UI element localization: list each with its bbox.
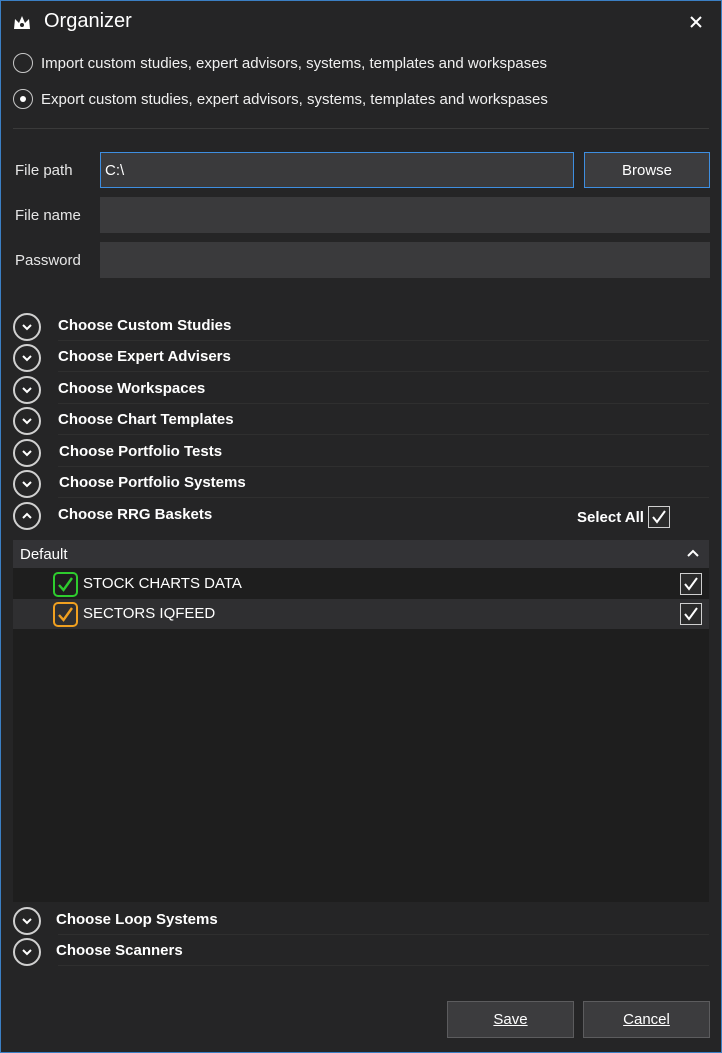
section-label: Choose Loop Systems <box>56 911 218 928</box>
list-item-checkbox[interactable] <box>680 603 702 625</box>
section-label: Choose Chart Templates <box>58 411 234 428</box>
select-all-label: Select All <box>577 508 644 526</box>
divider <box>13 128 709 129</box>
section-divider <box>58 466 709 467</box>
section-label: Choose Workspaces <box>58 380 206 397</box>
section-divider <box>58 434 709 435</box>
title-bar: Organizer <box>1 1 721 45</box>
organizer-window: Organizer Import custom studies, expert … <box>0 0 722 1053</box>
section-label: Choose Portfolio Systems <box>59 474 246 491</box>
chevron-down-icon[interactable] <box>13 907 41 935</box>
cancel-button-label: Cancel <box>623 1011 670 1028</box>
browse-button[interactable]: Browse <box>584 152 710 188</box>
export-radio[interactable] <box>13 89 33 109</box>
section-label: Choose Portfolio Tests <box>59 443 223 460</box>
list-item[interactable]: STOCK CHARTS DATA <box>13 569 709 599</box>
section-expert-advisers[interactable]: Choose Expert Advisers <box>13 342 709 372</box>
chevron-up-icon[interactable] <box>13 502 41 530</box>
password-input[interactable] <box>100 242 710 278</box>
cancel-button[interactable]: Cancel <box>583 1001 710 1038</box>
check-icon <box>684 607 698 621</box>
section-portfolio-tests[interactable]: Choose Portfolio Tests <box>13 437 709 467</box>
section-rrg-baskets[interactable]: Choose RRG Baskets <box>13 500 573 530</box>
group-header[interactable]: Default <box>13 540 709 568</box>
list-item-checkbox[interactable] <box>680 573 702 595</box>
select-all-checkbox[interactable] <box>647 506 670 528</box>
green-check-icon <box>53 572 78 597</box>
section-label: Choose Custom Studies <box>58 317 232 334</box>
import-radio-option[interactable]: Import custom studies, expert advisors, … <box>13 50 547 76</box>
import-radio-label: Import custom studies, expert advisors, … <box>41 54 548 72</box>
file-path-label: File path <box>15 162 73 179</box>
chevron-down-icon[interactable] <box>13 439 41 467</box>
select-all-control[interactable]: Select All <box>577 506 670 528</box>
section-portfolio-systems[interactable]: Choose Portfolio Systems <box>13 468 709 498</box>
chevron-down-icon[interactable] <box>13 376 41 404</box>
section-divider <box>58 403 709 404</box>
section-scanners[interactable]: Choose Scanners <box>13 936 709 966</box>
import-radio[interactable] <box>13 53 33 73</box>
check-icon <box>652 510 666 524</box>
list-item[interactable]: SECTORS IQFEED <box>13 599 709 629</box>
section-chart-templates[interactable]: Choose Chart Templates <box>13 405 709 435</box>
export-radio-option[interactable]: Export custom studies, expert advisors, … <box>13 86 548 112</box>
chevron-down-icon[interactable] <box>13 938 41 966</box>
password-label: Password <box>15 252 81 269</box>
chevron-down-icon[interactable] <box>13 407 41 435</box>
file-name-label: File name <box>15 207 81 224</box>
section-label: Choose RRG Baskets <box>58 506 213 523</box>
orange-check-icon <box>53 602 78 627</box>
section-workspaces[interactable]: Choose Workspaces <box>13 374 709 404</box>
crown-logo-icon <box>14 16 30 29</box>
section-divider <box>58 371 709 372</box>
list-item-label: STOCK CHARTS DATA <box>83 575 242 592</box>
chevron-down-icon[interactable] <box>13 470 41 498</box>
file-path-input[interactable] <box>100 152 574 188</box>
group-header-label: Default <box>20 545 68 563</box>
file-name-input[interactable] <box>100 197 710 233</box>
window-title: Organizer <box>44 10 132 32</box>
section-loop-systems[interactable]: Choose Loop Systems <box>13 905 709 935</box>
close-icon[interactable] <box>685 11 707 33</box>
save-button[interactable]: Save <box>447 1001 574 1038</box>
save-button-label: Save <box>493 1011 528 1028</box>
chevron-down-icon[interactable] <box>13 344 41 372</box>
check-icon <box>684 577 698 591</box>
section-divider <box>58 965 709 966</box>
section-divider <box>58 934 709 935</box>
rrg-basket-list: Default STOCK CHARTS DATA SECTORS IQFEED <box>13 540 709 902</box>
section-divider <box>58 340 709 341</box>
section-divider <box>58 497 709 498</box>
chevron-up-icon[interactable] <box>687 548 699 558</box>
section-label: Choose Scanners <box>56 942 183 959</box>
list-item-label: SECTORS IQFEED <box>83 605 216 622</box>
section-custom-studies[interactable]: Choose Custom Studies <box>13 311 709 341</box>
chevron-down-icon[interactable] <box>13 313 41 341</box>
section-label: Choose Expert Advisers <box>58 348 231 365</box>
export-radio-label: Export custom studies, expert advisors, … <box>41 90 548 108</box>
